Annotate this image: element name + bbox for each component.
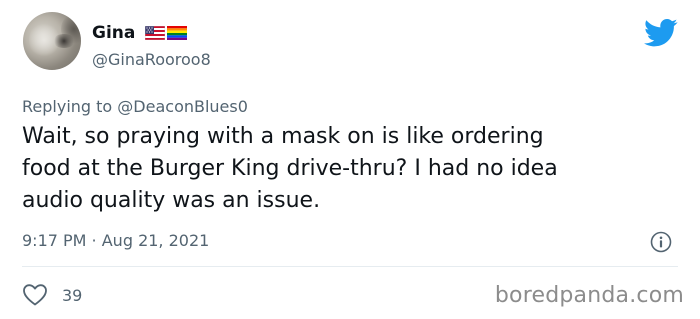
- twitter-bird-icon[interactable]: [644, 18, 678, 48]
- author-display-name[interactable]: Gina: [92, 23, 135, 43]
- author-handle[interactable]: @GinaRooroo8: [92, 50, 211, 69]
- like-action[interactable]: 39: [22, 283, 82, 307]
- reply-mention-link[interactable]: @DeaconBlues0: [117, 97, 248, 116]
- tweet-timestamp[interactable]: 9:17 PM · Aug 21, 2021: [22, 231, 209, 250]
- watermark: boredpanda.com: [494, 283, 684, 308]
- tweet-text-line: Wait, so praying with a mask on is like …: [22, 124, 544, 149]
- reply-context: Replying to @DeaconBlues0: [22, 97, 248, 116]
- tweet-text-line: food at the Burger King drive-thru? I ha…: [22, 156, 558, 181]
- us-flag-icon: [145, 26, 166, 40]
- tweet-text: Wait, so praying with a mask on is like …: [22, 121, 682, 217]
- reply-prefix: Replying to: [22, 97, 118, 116]
- author-name-row: Gina: [92, 22, 188, 44]
- like-count: 39: [62, 285, 83, 305]
- rainbow-flag-icon: [167, 26, 188, 40]
- tweet-text-line: audio quality was an issue.: [22, 188, 321, 213]
- divider: [22, 266, 678, 267]
- author-flags: [145, 26, 188, 40]
- timestamp-separator: ·: [86, 231, 102, 250]
- tweet-date: Aug 21, 2021: [101, 231, 210, 250]
- avatar[interactable]: [23, 12, 81, 70]
- tweet-card: Gina @GinaRooroo8 Replying to @DeaconBlu…: [0, 0, 700, 319]
- tweet-time: 9:17 PM: [22, 231, 87, 250]
- heart-icon[interactable]: [22, 283, 48, 307]
- info-icon[interactable]: [650, 231, 672, 253]
